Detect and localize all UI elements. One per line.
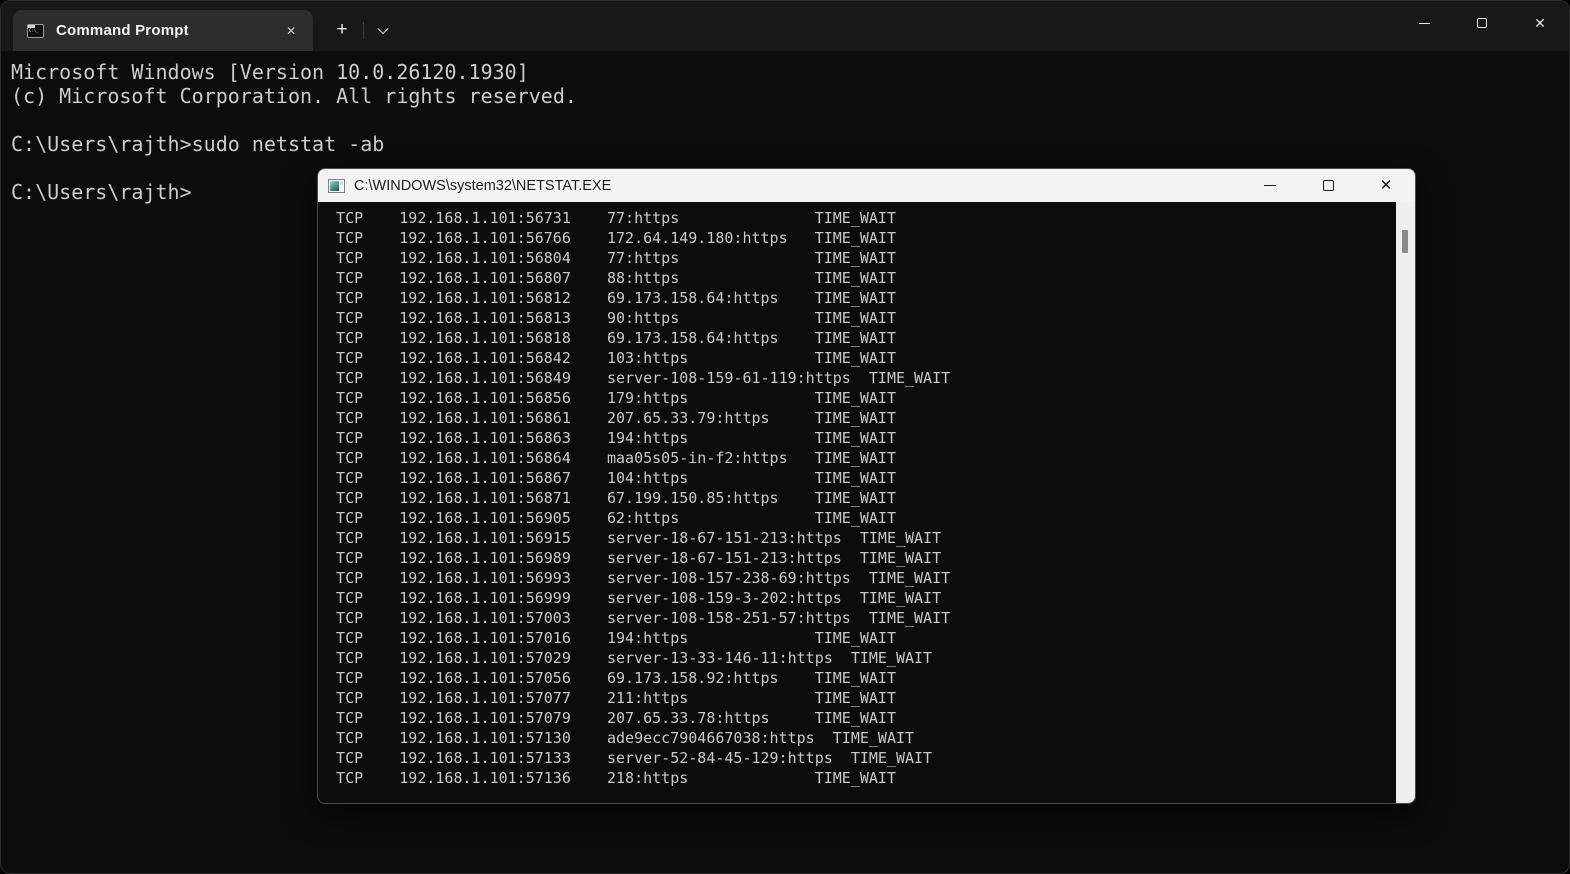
tab-bar: Command Prompt ✕ + ✕ <box>1 1 1569 51</box>
netstat-close-button[interactable]: ✕ <box>1357 169 1415 202</box>
console-app-icon <box>328 179 345 193</box>
tab-dropdown-button[interactable] <box>368 15 398 45</box>
netstat-row: TCP 192.168.1.101:56993 server-108-157-2… <box>318 568 1396 588</box>
netstat-row: TCP 192.168.1.101:56807 88:https TIME_WA… <box>318 268 1396 288</box>
netstat-row: TCP 192.168.1.101:57029 server-13-33-146… <box>318 648 1396 668</box>
netstat-row: TCP 192.168.1.101:56849 server-108-159-6… <box>318 368 1396 388</box>
netstat-row: TCP 192.168.1.101:56989 server-18-67-151… <box>318 548 1396 568</box>
netstat-row: TCP 192.168.1.101:56818 69.173.158.64:ht… <box>318 328 1396 348</box>
tab-divider <box>363 22 364 39</box>
terminal-line <box>11 108 1569 132</box>
netstat-maximize-button[interactable] <box>1299 169 1357 202</box>
terminal-line: (c) Microsoft Corporation. All rights re… <box>11 84 1569 108</box>
tab-close-icon[interactable]: ✕ <box>279 19 303 43</box>
netstat-row: TCP 192.168.1.101:57133 server-52-84-45-… <box>318 748 1396 768</box>
netstat-row: TCP 192.168.1.101:56804 77:https TIME_WA… <box>318 248 1396 268</box>
netstat-row: TCP 192.168.1.101:57130 ade9ecc790466703… <box>318 728 1396 748</box>
maximize-icon <box>1477 18 1487 28</box>
netstat-row: TCP 192.168.1.101:56731 77:https TIME_WA… <box>318 208 1396 228</box>
netstat-row: TCP 192.168.1.101:56856 179:https TIME_W… <box>318 388 1396 408</box>
new-tab-button[interactable]: + <box>325 15 359 45</box>
netstat-window-title: C:\WINDOWS\system32\NETSTAT.EXE <box>354 178 1241 194</box>
minimize-icon <box>1419 23 1430 24</box>
command-prompt-icon <box>27 24 44 38</box>
netstat-row: TCP 192.168.1.101:56812 69.173.158.64:ht… <box>318 288 1396 308</box>
netstat-console-output[interactable]: TCP 192.168.1.101:56731 77:https TIME_WA… <box>318 202 1396 803</box>
netstat-row: TCP 192.168.1.101:56867 104:https TIME_W… <box>318 468 1396 488</box>
netstat-window-controls: ✕ <box>1241 169 1415 202</box>
minimize-icon <box>1264 185 1276 186</box>
chevron-down-icon <box>377 23 388 34</box>
netstat-row: TCP 192.168.1.101:56905 62:https TIME_WA… <box>318 508 1396 528</box>
terminal-line: C:\Users\rajth>sudo netstat -ab <box>11 132 1569 156</box>
netstat-row: TCP 192.168.1.101:56863 194:https TIME_W… <box>318 428 1396 448</box>
maximize-icon <box>1323 180 1334 191</box>
minimize-button[interactable] <box>1395 1 1453 45</box>
netstat-row: TCP 192.168.1.101:56766 172.64.149.180:h… <box>318 228 1396 248</box>
netstat-row: TCP 192.168.1.101:57136 218:https TIME_W… <box>318 768 1396 788</box>
netstat-body: TCP 192.168.1.101:56731 77:https TIME_WA… <box>318 202 1415 803</box>
netstat-row: TCP 192.168.1.101:56915 server-18-67-151… <box>318 528 1396 548</box>
netstat-window: C:\WINDOWS\system32\NETSTAT.EXE ✕ TCP 19… <box>317 168 1416 804</box>
tab-command-prompt[interactable]: Command Prompt ✕ <box>13 10 313 51</box>
close-button[interactable]: ✕ <box>1511 1 1569 45</box>
netstat-titlebar[interactable]: C:\WINDOWS\system32\NETSTAT.EXE ✕ <box>318 169 1415 202</box>
window-controls: ✕ <box>1395 1 1569 45</box>
netstat-row: TCP 192.168.1.101:57079 207.65.33.78:htt… <box>318 708 1396 728</box>
netstat-scrollbar-thumb[interactable] <box>1402 230 1408 253</box>
maximize-button[interactable] <box>1453 1 1511 45</box>
netstat-row: TCP 192.168.1.101:57077 211:https TIME_W… <box>318 688 1396 708</box>
tab-label: Command Prompt <box>56 22 279 39</box>
terminal-window: Command Prompt ✕ + ✕ Microsoft Windows [… <box>0 0 1570 874</box>
netstat-row: TCP 192.168.1.101:56842 103:https TIME_W… <box>318 348 1396 368</box>
netstat-row: TCP 192.168.1.101:57056 69.173.158.92:ht… <box>318 668 1396 688</box>
netstat-row: TCP 192.168.1.101:56861 207.65.33.79:htt… <box>318 408 1396 428</box>
netstat-row: TCP 192.168.1.101:57016 194:https TIME_W… <box>318 628 1396 648</box>
netstat-row: TCP 192.168.1.101:57003 server-108-158-2… <box>318 608 1396 628</box>
netstat-row: TCP 192.168.1.101:56864 maa05s05-in-f2:h… <box>318 448 1396 468</box>
netstat-row: TCP 192.168.1.101:56871 67.199.150.85:ht… <box>318 488 1396 508</box>
netstat-row: TCP 192.168.1.101:56999 server-108-159-3… <box>318 588 1396 608</box>
close-icon: ✕ <box>1380 178 1393 193</box>
netstat-minimize-button[interactable] <box>1241 169 1299 202</box>
netstat-scrollbar[interactable] <box>1396 202 1415 803</box>
netstat-row: TCP 192.168.1.101:56813 90:https TIME_WA… <box>318 308 1396 328</box>
close-icon: ✕ <box>1534 16 1546 30</box>
terminal-line: Microsoft Windows [Version 10.0.26120.19… <box>11 60 1569 84</box>
